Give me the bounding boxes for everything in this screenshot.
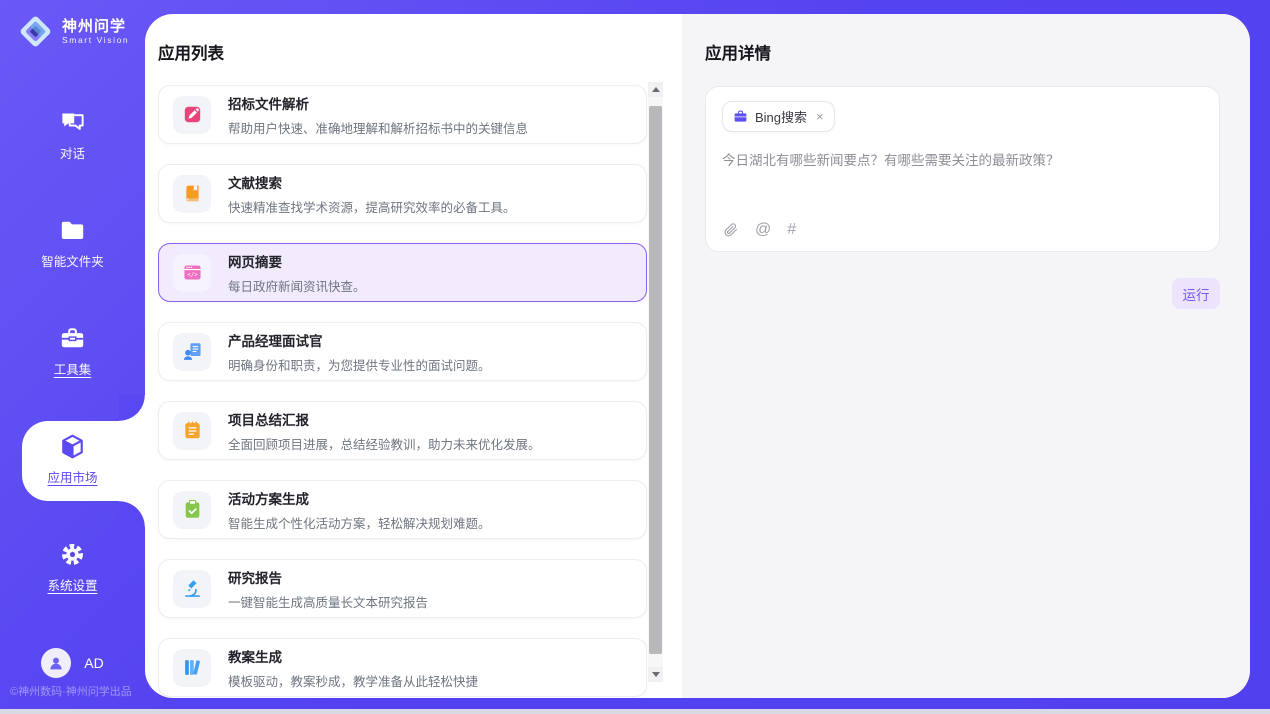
app-name: 教案生成 xyxy=(228,646,478,666)
attachment-icon[interactable] xyxy=(723,222,739,238)
user-row[interactable]: AD xyxy=(0,648,145,678)
book-icon xyxy=(173,175,211,213)
scroll-up-button[interactable] xyxy=(648,82,663,97)
app-name: 活动方案生成 xyxy=(228,488,491,508)
app-card[interactable]: 招标文件解析 帮助用户快速、准确地理解和解析招标书中的关键信息 xyxy=(158,85,647,144)
scroll-down-icon xyxy=(652,672,660,677)
scroll-down-button[interactable] xyxy=(648,667,663,682)
app-detail-section: 应用详情 Bing搜索 × 今日湖北有哪些新闻要点？有哪些需要关注的最新政策？ … xyxy=(682,14,1250,698)
chat-icon xyxy=(59,109,86,136)
app-name: 产品经理面试官 xyxy=(228,330,491,350)
app-description: 每日政府新闻资讯快查。 xyxy=(228,276,366,295)
briefcase-icon xyxy=(733,109,748,124)
tool-tag-bing-search[interactable]: Bing搜索 × xyxy=(722,101,835,132)
toolbox-icon xyxy=(59,325,86,352)
composer-toolbar: @ # xyxy=(723,222,796,238)
app-description: 全面回顾项目进展，总结经验教训，助力未来优化发展。 xyxy=(228,434,541,453)
app-list-section: 应用列表 招标文件解析 帮助用户快速、准确地理解和解析招标书中的关键信息 文献搜… xyxy=(145,14,682,698)
tool-tag-label: Bing搜索 xyxy=(755,107,807,126)
sidebar-item-对话[interactable]: 对话 xyxy=(0,81,145,189)
interviewer-icon xyxy=(173,333,211,371)
folder-icon xyxy=(59,217,86,244)
hash-icon[interactable]: # xyxy=(787,222,796,238)
notepad-icon xyxy=(173,412,211,450)
sidebar-item-工具集[interactable]: 工具集 xyxy=(0,297,145,405)
scrollbar-thumb[interactable] xyxy=(649,106,662,654)
app-description: 智能生成个性化活动方案，轻松解决规划难题。 xyxy=(228,513,491,532)
scroll-up-icon xyxy=(652,87,660,92)
app-name: 项目总结汇报 xyxy=(228,409,541,429)
sidebar: 神州问学 Smart Vision 对话 智能文件夹 工具集 应用市场 系统设置… xyxy=(0,0,145,709)
app-card[interactable]: 项目总结汇报 全面回顾项目进展，总结经验教训，助力未来优化发展。 xyxy=(158,401,647,460)
app-name: 研究报告 xyxy=(228,567,428,587)
user-name: AD xyxy=(84,655,103,671)
sidebar-item-label: 对话 xyxy=(60,143,85,162)
gear-icon xyxy=(59,541,86,568)
sidebar-item-label: 智能文件夹 xyxy=(41,251,104,270)
app-description: 明确身份和职责，为您提供专业性的面试问题。 xyxy=(228,355,491,374)
app-list-title: 应用列表 xyxy=(158,40,224,64)
mention-icon[interactable]: @ xyxy=(755,222,771,238)
app-description: 帮助用户快速、准确地理解和解析招标书中的关键信息 xyxy=(228,118,528,137)
cube-icon xyxy=(59,433,86,460)
app-card[interactable]: 文献搜索 快速精准查找学术资源，提高研究效率的必备工具。 xyxy=(158,164,647,223)
tag-close-icon[interactable]: × xyxy=(816,109,824,124)
app-description: 一键智能生成高质量长文本研究报告 xyxy=(228,592,428,611)
app-list-scrollbar[interactable] xyxy=(648,82,663,682)
app-detail-title: 应用详情 xyxy=(705,40,1220,64)
browser-code-icon xyxy=(173,254,211,292)
sidebar-item-智能文件夹[interactable]: 智能文件夹 xyxy=(0,189,145,297)
person-icon xyxy=(46,653,66,673)
query-input[interactable]: 今日湖北有哪些新闻要点？有哪些需要关注的最新政策？ xyxy=(722,151,1203,171)
prompt-card: Bing搜索 × 今日湖北有哪些新闻要点？有哪些需要关注的最新政策？ @ # xyxy=(705,86,1220,252)
app-card[interactable]: 活动方案生成 智能生成个性化活动方案，轻松解决规划难题。 xyxy=(158,480,647,539)
sidebar-nav: 对话 智能文件夹 工具集 应用市场 系统设置 xyxy=(0,81,145,621)
microscope-icon xyxy=(173,570,211,608)
avatar[interactable] xyxy=(41,648,71,678)
app-description: 模板驱动，教案秒成，教学准备从此轻松快捷 xyxy=(228,671,478,690)
clipboard-check-icon xyxy=(173,491,211,529)
sidebar-item-label: 系统设置 xyxy=(47,575,97,594)
brand-subtitle: Smart Vision xyxy=(62,35,129,45)
sidebar-item-应用市场[interactable]: 应用市场 xyxy=(0,405,145,513)
app-card[interactable]: 网页摘要 每日政府新闻资讯快查。 xyxy=(158,243,647,302)
app-card[interactable]: 研究报告 一键智能生成高质量长文本研究报告 xyxy=(158,559,647,618)
app-list: 招标文件解析 帮助用户快速、准确地理解和解析招标书中的关键信息 文献搜索 快速精… xyxy=(158,85,647,698)
sidebar-item-label: 工具集 xyxy=(54,359,92,378)
books-icon xyxy=(173,649,211,687)
sidebar-item-系统设置[interactable]: 系统设置 xyxy=(0,513,145,621)
run-button[interactable]: 运行 xyxy=(1172,278,1220,309)
app-card[interactable]: 产品经理面试官 明确身份和职责，为您提供专业性的面试问题。 xyxy=(158,322,647,381)
app-name: 文献搜索 xyxy=(228,172,516,192)
diamond-logo-icon xyxy=(17,13,54,50)
app-name: 网页摘要 xyxy=(228,251,366,271)
brand: 神州问学 Smart Vision xyxy=(17,13,129,50)
app-description: 快速精准查找学术资源，提高研究效率的必备工具。 xyxy=(228,197,516,216)
sidebar-item-label: 应用市场 xyxy=(47,467,97,486)
copyright-text: ©神州数码·神州问学出品 xyxy=(10,683,132,699)
brand-title: 神州问学 xyxy=(62,18,129,35)
app-name: 招标文件解析 xyxy=(228,93,528,113)
pen-square-icon xyxy=(173,96,211,134)
app-card[interactable]: 教案生成 模板驱动，教案秒成，教学准备从此轻松快捷 xyxy=(158,638,647,697)
main-panel: 应用列表 招标文件解析 帮助用户快速、准确地理解和解析招标书中的关键信息 文献搜… xyxy=(145,14,1250,698)
